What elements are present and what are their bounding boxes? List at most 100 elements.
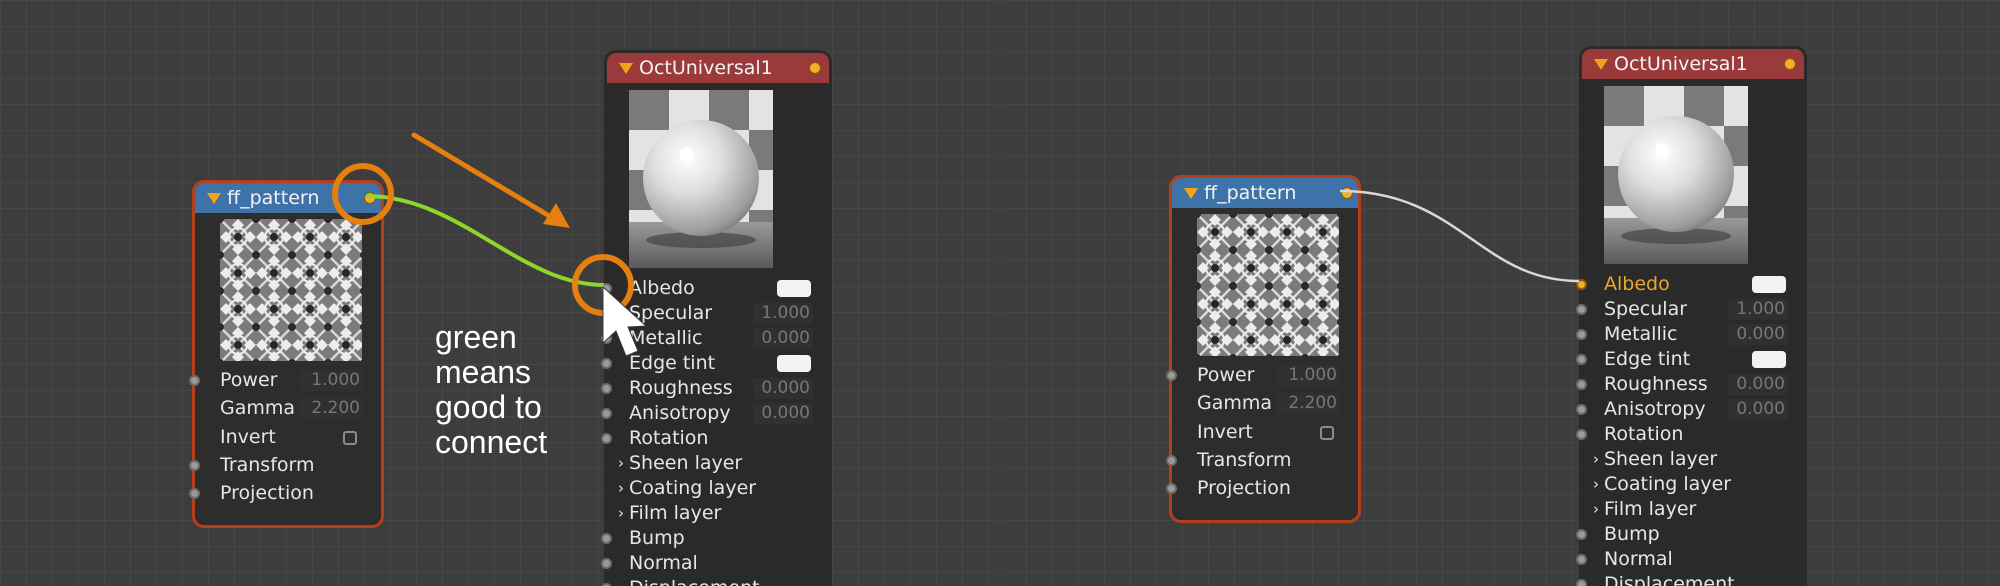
annotation-line: means bbox=[435, 354, 532, 390]
input-pin[interactable] bbox=[1576, 354, 1587, 365]
pin-label: Edge tint bbox=[629, 352, 716, 374]
invert-checkbox[interactable] bbox=[343, 431, 357, 445]
param-value-field[interactable]: 2.200 bbox=[299, 398, 363, 419]
input-pin[interactable] bbox=[601, 333, 612, 344]
param-row-power: Power 1.000 bbox=[1166, 363, 1358, 388]
pin-row-edge-tint: Edge tint bbox=[1576, 347, 1804, 372]
input-pin[interactable] bbox=[601, 408, 612, 419]
pin-value-field[interactable]: 0.000 bbox=[1728, 399, 1788, 420]
pin-value-field[interactable]: 0.000 bbox=[753, 328, 813, 349]
pattern-node[interactable]: ff_pattern Power 1.000 Gamma 2.200 Inver… bbox=[1166, 175, 1361, 523]
pattern-node[interactable]: ff_pattern Power 1.000 Gamma 2.200 Inver… bbox=[189, 180, 384, 528]
input-pin[interactable] bbox=[601, 558, 612, 569]
input-pin[interactable] bbox=[189, 375, 200, 386]
expand-chevron-icon[interactable]: › bbox=[618, 476, 624, 501]
color-swatch[interactable] bbox=[777, 355, 811, 372]
node-editor-canvas-after[interactable]: ff_pattern Power 1.000 Gamma 2.200 Inver… bbox=[1000, 0, 2000, 586]
pin-label: Albedo bbox=[1604, 273, 1670, 295]
pin-row-normal: Normal bbox=[601, 551, 829, 576]
input-pin[interactable] bbox=[189, 460, 200, 471]
input-pin[interactable] bbox=[601, 283, 612, 294]
input-pin[interactable] bbox=[1576, 529, 1587, 540]
pin-value-field[interactable]: 0.000 bbox=[1728, 324, 1788, 345]
output-pin[interactable] bbox=[809, 62, 821, 74]
input-pin[interactable] bbox=[601, 358, 612, 369]
param-row-projection: Projection bbox=[1166, 476, 1358, 501]
pin-value-field[interactable]: 0.000 bbox=[753, 378, 813, 399]
input-pin[interactable] bbox=[1576, 579, 1587, 586]
color-swatch[interactable] bbox=[1752, 276, 1786, 293]
node-title: ff_pattern bbox=[227, 187, 320, 209]
input-pin[interactable] bbox=[601, 433, 612, 444]
expand-chevron-icon[interactable]: › bbox=[1593, 472, 1599, 497]
node-editor-canvas-before[interactable]: ff_pattern Power 1.000 Gamma 2.200 Inver… bbox=[0, 0, 1000, 586]
input-pin[interactable] bbox=[1166, 455, 1177, 466]
param-value-field[interactable]: 1.000 bbox=[1276, 365, 1340, 386]
input-pin[interactable] bbox=[601, 383, 612, 394]
material-node-header[interactable]: OctUniversal1 bbox=[1582, 49, 1804, 79]
pin-row-film-layer: › Film layer bbox=[1582, 497, 1804, 522]
input-pin[interactable] bbox=[1576, 404, 1587, 415]
input-pin[interactable] bbox=[1576, 429, 1587, 440]
pin-value-field[interactable]: 1.000 bbox=[753, 303, 813, 324]
annotation-line: good to bbox=[435, 389, 542, 425]
collapse-triangle-icon[interactable] bbox=[1184, 188, 1198, 199]
pin-label: Specular bbox=[1604, 298, 1688, 320]
input-pin[interactable] bbox=[601, 533, 612, 544]
pin-row-rotation: Rotation bbox=[601, 426, 829, 451]
pattern-node-header[interactable]: ff_pattern bbox=[195, 183, 381, 213]
pin-label: Normal bbox=[1604, 548, 1673, 570]
invert-checkbox[interactable] bbox=[1320, 426, 1334, 440]
expand-chevron-icon[interactable]: › bbox=[618, 451, 624, 476]
pin-value-field[interactable]: 1.000 bbox=[1728, 299, 1788, 320]
pin-row-bump: Bump bbox=[1576, 522, 1804, 547]
output-pin[interactable] bbox=[364, 192, 376, 204]
input-pin[interactable] bbox=[1576, 379, 1587, 390]
material-node[interactable]: OctUniversal1 Albedo Specular 1.000 Metalli… bbox=[601, 50, 832, 586]
pattern-node-header[interactable]: ff_pattern bbox=[1172, 178, 1358, 208]
panel-divider bbox=[998, 0, 1002, 586]
pin-row-displacement: Displacement bbox=[601, 576, 829, 586]
input-pin[interactable] bbox=[1166, 370, 1177, 381]
pin-row-edge-tint: Edge tint bbox=[601, 351, 829, 376]
pin-label: Albedo bbox=[629, 277, 695, 299]
pin-label: Film layer bbox=[629, 502, 722, 524]
param-label: Projection bbox=[220, 482, 314, 504]
param-value-field[interactable]: 1.000 bbox=[299, 370, 363, 391]
annotation-line: green bbox=[435, 319, 517, 355]
input-pin[interactable] bbox=[1166, 483, 1177, 494]
pin-label: Rotation bbox=[629, 427, 709, 449]
collapse-triangle-icon[interactable] bbox=[619, 63, 633, 74]
expand-chevron-icon[interactable]: › bbox=[1593, 497, 1599, 522]
material-node-header[interactable]: OctUniversal1 bbox=[607, 53, 829, 83]
pin-label: Metallic bbox=[629, 327, 703, 349]
pin-label: Anisotropy bbox=[629, 402, 731, 424]
param-value-field[interactable]: 2.200 bbox=[1276, 393, 1340, 414]
material-node[interactable]: OctUniversal1 Albedo Specular 1.000 Metalli… bbox=[1576, 46, 1807, 586]
expand-chevron-icon[interactable]: › bbox=[1593, 447, 1599, 472]
input-pin[interactable] bbox=[189, 488, 200, 499]
param-label: Power bbox=[220, 369, 278, 391]
collapse-triangle-icon[interactable] bbox=[1594, 59, 1608, 70]
expand-chevron-icon[interactable]: › bbox=[618, 501, 624, 526]
collapse-triangle-icon[interactable] bbox=[207, 193, 221, 204]
material-preview-image bbox=[629, 90, 773, 268]
output-pin[interactable] bbox=[1341, 187, 1353, 199]
pin-value-field[interactable]: 0.000 bbox=[753, 403, 813, 424]
input-pin[interactable] bbox=[601, 308, 612, 319]
input-pin[interactable] bbox=[1576, 329, 1587, 340]
pin-row-rotation: Rotation bbox=[1576, 422, 1804, 447]
pin-value-field[interactable]: 0.000 bbox=[1728, 374, 1788, 395]
color-swatch[interactable] bbox=[777, 280, 811, 297]
material-preview-image bbox=[1604, 86, 1748, 264]
pin-label: Displacement bbox=[1604, 573, 1735, 586]
input-pin[interactable] bbox=[1576, 554, 1587, 565]
color-swatch[interactable] bbox=[1752, 351, 1786, 368]
pin-row-albedo: Albedo bbox=[601, 276, 829, 301]
output-pin[interactable] bbox=[1784, 58, 1796, 70]
pin-label: Rotation bbox=[1604, 423, 1684, 445]
annotation-line: connect bbox=[435, 424, 548, 460]
input-pin[interactable] bbox=[1576, 304, 1587, 315]
input-pin[interactable] bbox=[1576, 279, 1587, 290]
pin-row-anisotropy: Anisotropy 0.000 bbox=[601, 401, 829, 426]
